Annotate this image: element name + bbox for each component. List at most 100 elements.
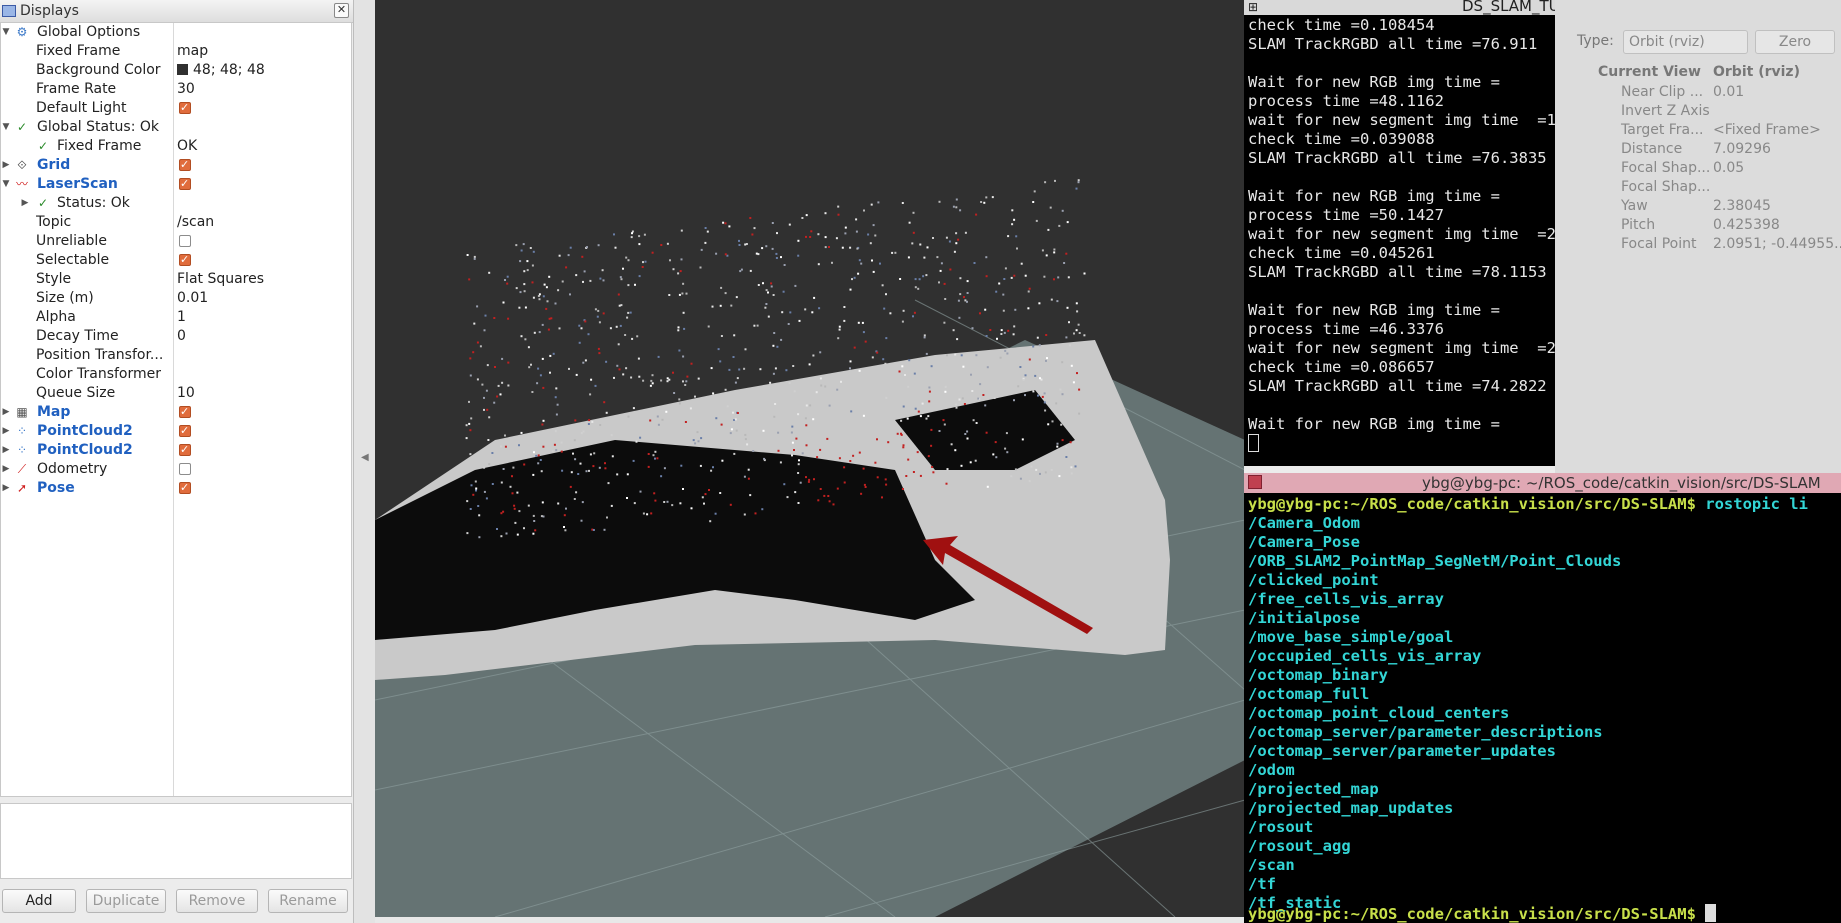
checkbox[interactable] (179, 235, 191, 247)
remove-button[interactable]: Remove (176, 889, 258, 913)
checkbox[interactable] (179, 178, 191, 190)
cloud-point (1051, 420, 1054, 423)
expand-arrow-icon[interactable]: ▶ (1, 479, 11, 498)
duplicate-button[interactable]: Duplicate (86, 889, 166, 913)
status-fixed-frame[interactable]: ✓ Fixed Frame OK (1, 137, 351, 156)
checkbox[interactable] (179, 482, 191, 494)
property-value[interactable]: /scan (177, 213, 214, 232)
checkbox[interactable] (179, 444, 191, 456)
cloud-point (514, 521, 517, 524)
cloud-point (1028, 358, 1031, 361)
tree-item-laserscan-status[interactable]: ▶ ✓ Status: Ok (1, 194, 351, 213)
property-queue-size[interactable]: Queue Size 10 (1, 384, 351, 403)
property-default-light[interactable]: Default Light (1, 99, 351, 118)
cloud-point (843, 481, 846, 484)
view-prop-value[interactable]: 0.05 (1713, 160, 1744, 176)
view-prop-value[interactable]: 7.09296 (1713, 141, 1771, 157)
terminal-launch[interactable]: ⊞ DS_SLAM_TUM.launch http://ybg-pc:11311… (1244, 0, 1555, 466)
property-value[interactable]: 10 (177, 384, 195, 403)
property-fixed-frame[interactable]: Fixed Frame map (1, 42, 351, 61)
collapse-arrow-icon[interactable]: ◀ (361, 452, 369, 463)
panel-splitter[interactable]: ◀ (354, 0, 375, 923)
cloud-point (657, 423, 660, 426)
cloud-point (625, 256, 628, 259)
cloud-point (998, 282, 1001, 285)
tree-item-global-options[interactable]: ▼ ⚙ Global Options (1, 23, 351, 42)
scene-canvas[interactable] (375, 0, 1245, 917)
expand-arrow-icon[interactable]: ▶ (1, 460, 11, 479)
property-topic[interactable]: Topic /scan (1, 213, 351, 232)
property-value[interactable]: 1 (177, 308, 186, 327)
checkbox[interactable] (179, 463, 191, 475)
property-value[interactable]: map (177, 42, 208, 61)
checkbox[interactable] (179, 406, 191, 418)
tree-item-odometry[interactable]: ▶ ⟋ Odometry (1, 460, 351, 479)
property-value[interactable]: 0 (177, 327, 186, 346)
tree-item-pose[interactable]: ▶ ➚ Pose (1, 479, 351, 498)
tree-item-pointcloud2[interactable]: ▶ ⁘ PointCloud2 (1, 441, 351, 460)
cloud-point (497, 384, 500, 387)
expand-arrow-icon[interactable]: ▶ (1, 422, 11, 441)
property-color-transformer[interactable]: Color Transformer (1, 365, 351, 384)
color-swatch[interactable] (177, 64, 188, 75)
view-prop-label: Yaw (1621, 198, 1648, 214)
terminal-menu-icon[interactable]: ⊞ (1248, 0, 1258, 15)
terminal-menu-icon[interactable] (1248, 475, 1262, 489)
property-frame-rate[interactable]: Frame Rate 30 (1, 80, 351, 99)
expand-arrow-icon[interactable]: ▶ (1, 156, 11, 175)
cloud-point (1027, 290, 1030, 293)
render-3d-view[interactable] (375, 0, 1245, 917)
close-icon[interactable]: ✕ (334, 3, 349, 18)
expand-arrow-icon[interactable]: ▼ (1, 118, 11, 137)
tree-item-laserscan[interactable]: ▼ 〰 LaserScan (1, 175, 351, 194)
current-view-label[interactable]: Current View (1598, 64, 1701, 80)
property-position-transformer[interactable]: Position Transfor... (1, 346, 351, 365)
checkbox[interactable] (179, 159, 191, 171)
tree-item-grid[interactable]: ▶ ⟐ Grid (1, 156, 351, 175)
cloud-point (926, 246, 929, 249)
property-background-color[interactable]: Background Color 48; 48; 48 (1, 61, 351, 80)
view-prop-value[interactable]: <Fixed Frame> (1713, 122, 1821, 138)
property-unreliable[interactable]: Unreliable (1, 232, 351, 251)
cloud-point (828, 404, 831, 407)
expand-arrow-icon[interactable]: ▼ (1, 23, 11, 42)
expand-arrow-icon[interactable]: ▶ (1, 441, 11, 460)
property-alpha[interactable]: Alpha 1 (1, 308, 351, 327)
checkbox[interactable] (179, 102, 191, 114)
zero-button[interactable]: Zero (1755, 30, 1835, 54)
cloud-point (478, 536, 481, 539)
property-selectable[interactable]: Selectable (1, 251, 351, 270)
cloud-point (747, 477, 750, 480)
view-prop-value[interactable]: 2.38045 (1713, 198, 1771, 214)
checkbox[interactable] (179, 254, 191, 266)
property-value-wrapper[interactable]: 48; 48; 48 (177, 61, 265, 80)
rename-button[interactable]: Rename (268, 889, 348, 913)
cloud-point (972, 419, 975, 422)
cloud-point (614, 246, 617, 249)
property-value[interactable]: 0.01 (177, 289, 208, 308)
view-prop-value[interactable]: 2.0951; -0.44955... (1713, 236, 1841, 252)
tree-item-map[interactable]: ▶ ▦ Map (1, 403, 351, 422)
cloud-point (634, 283, 636, 286)
view-prop-value[interactable]: 0.01 (1713, 84, 1744, 100)
view-type-select[interactable]: Orbit (rviz) (1623, 30, 1748, 54)
add-button[interactable]: Add (2, 889, 76, 913)
checkbox[interactable] (179, 425, 191, 437)
cloud-point (804, 417, 807, 420)
property-size[interactable]: Size (m) 0.01 (1, 289, 351, 308)
terminal-line: Wait for new RGB img time = (1248, 73, 1500, 91)
property-value[interactable]: 30 (177, 80, 195, 99)
terminal-shell[interactable]: ybg@ybg-pc: ~/ROS_code/catkin_vision/src… (1244, 473, 1841, 923)
cloud-point (501, 381, 504, 384)
tree-item-global-status[interactable]: ▼ ✓ Global Status: Ok (1, 118, 351, 137)
tree-item-pointcloud2[interactable]: ▶ ⁘ PointCloud2 (1, 422, 351, 441)
view-prop-value[interactable]: 0.425398 (1713, 217, 1780, 233)
expand-arrow-icon[interactable]: ▼ (1, 175, 11, 194)
property-style[interactable]: Style Flat Squares (1, 270, 351, 289)
expand-arrow-icon[interactable]: ▶ (1, 403, 11, 422)
expand-arrow-icon[interactable]: ▶ (20, 194, 30, 213)
property-value[interactable]: Flat Squares (177, 270, 264, 289)
prompt: ybg@ybg-pc:~/ROS_code/catkin_vision/src/… (1248, 495, 1696, 513)
property-decay-time[interactable]: Decay Time 0 (1, 327, 351, 346)
property-value: 48; 48; 48 (193, 62, 265, 78)
